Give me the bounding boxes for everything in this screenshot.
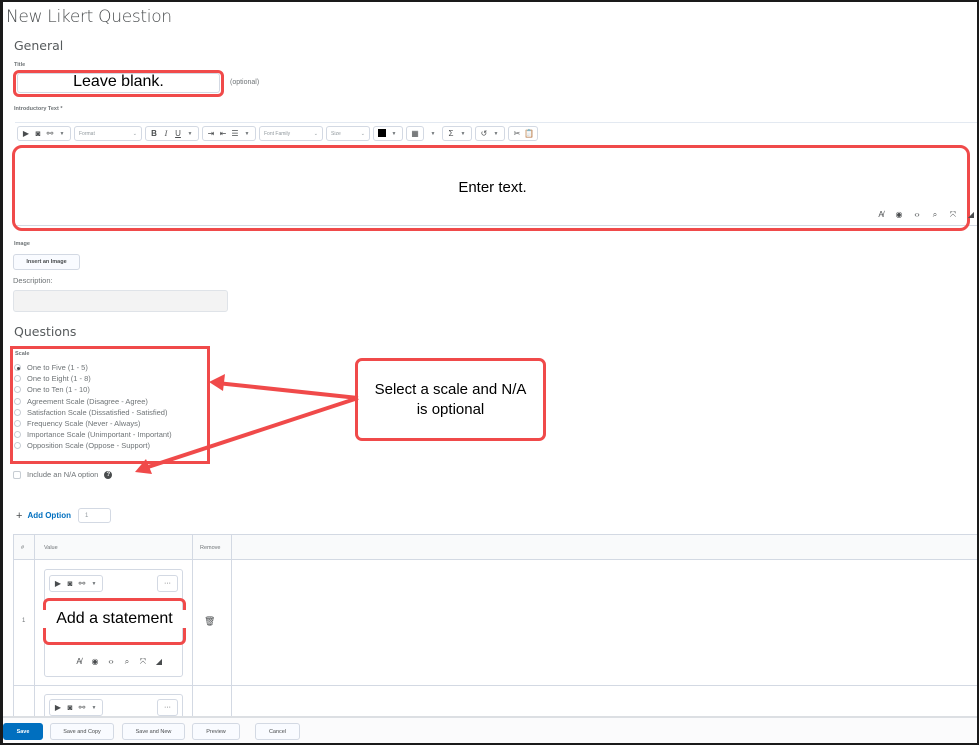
table-border-left: [13, 534, 14, 724]
arrow-to-na-option: [144, 396, 359, 470]
header-index: #: [21, 545, 25, 551]
header-remove: Remove: [200, 545, 221, 551]
save-and-new-button[interactable]: Save and New: [122, 723, 185, 740]
arrow-head-scale: [209, 374, 225, 391]
statement-status-bar: A̸ ◉ ‹› ⌕ ⤧ ◢: [73, 656, 165, 668]
save-and-copy-button[interactable]: Save and Copy: [50, 723, 114, 740]
preview-button[interactable]: Preview: [192, 723, 240, 740]
insert-dropdown-icon[interactable]: ▼: [88, 702, 100, 714]
add-option-link[interactable]: Add Option: [27, 511, 71, 520]
add-option-row: + Add Option 1: [16, 508, 111, 523]
camera-icon[interactable]: ◙: [64, 578, 76, 590]
link-icon[interactable]: ⚯: [76, 578, 88, 590]
cancel-button[interactable]: Cancel: [255, 723, 300, 740]
insert-dropdown-icon[interactable]: ▼: [88, 578, 100, 590]
arrow-to-scale: [216, 381, 359, 400]
table-col-divider: [192, 534, 193, 724]
video-icon[interactable]: ▶: [52, 578, 64, 590]
table-col-divider: [231, 534, 232, 724]
plus-icon[interactable]: +: [16, 510, 22, 522]
page-frame: New Likert Question General Title Leave …: [0, 0, 979, 745]
trash-icon[interactable]: 🗑: [204, 616, 215, 627]
statement-annotation-text: Add a statement: [43, 610, 186, 628]
preview-icon[interactable]: ⌕: [121, 656, 133, 668]
spellcheck-icon[interactable]: A̸: [73, 656, 85, 668]
link-icon[interactable]: ⚯: [76, 702, 88, 714]
code-icon[interactable]: ‹›: [105, 656, 117, 668]
statement-toolbar: ▶ ◙ ⚯ ▼: [49, 575, 103, 592]
table-col-divider: [34, 534, 35, 724]
more-options-button[interactable]: ···: [157, 575, 178, 592]
table-row-divider: [13, 685, 977, 686]
accessibility-icon[interactable]: ◉: [89, 656, 101, 668]
video-icon[interactable]: ▶: [52, 702, 64, 714]
more-options-button[interactable]: ···: [157, 699, 178, 716]
header-value: Value: [44, 545, 58, 551]
options-table-header: # Value Remove: [13, 534, 977, 560]
save-button[interactable]: Save: [3, 723, 43, 740]
add-option-count-input[interactable]: 1: [77, 508, 111, 523]
statement-toolbar: ▶ ◙ ⚯ ▼: [49, 699, 103, 716]
row-index: 1: [22, 618, 26, 624]
camera-icon[interactable]: ◙: [64, 702, 76, 714]
resize-icon[interactable]: ◢: [153, 656, 165, 668]
fullscreen-icon[interactable]: ⤧: [137, 656, 149, 668]
